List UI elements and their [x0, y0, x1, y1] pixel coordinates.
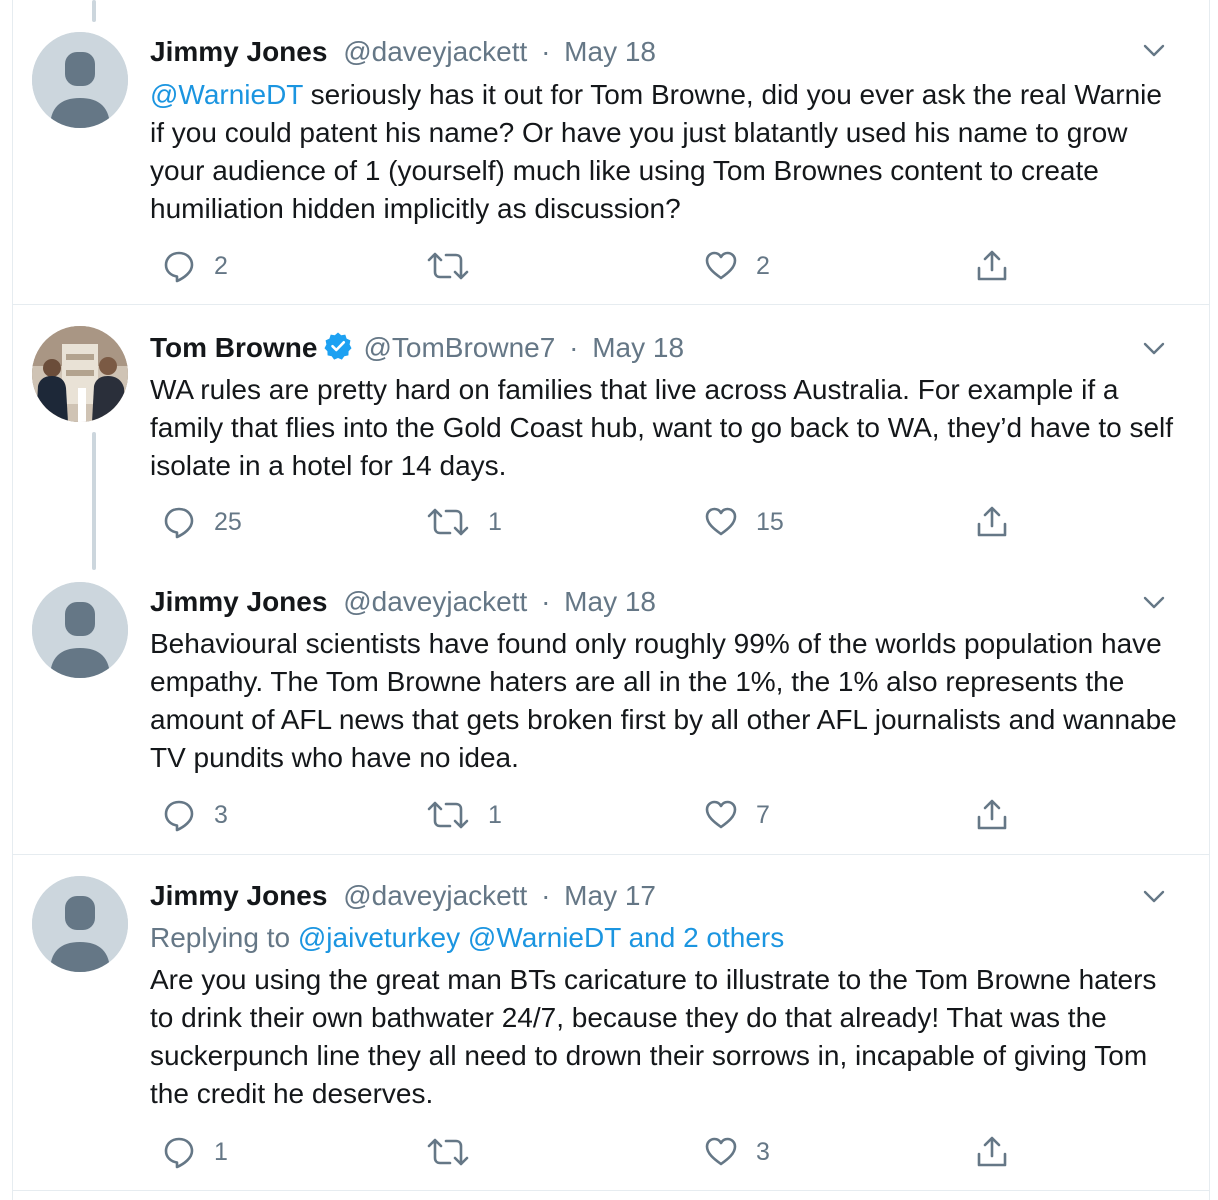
chevron-down-icon[interactable] — [1140, 588, 1168, 616]
speech-bubble-icon — [164, 507, 194, 539]
retweet-arrows-icon — [427, 252, 469, 280]
like-count: 7 — [756, 800, 770, 829]
reply-button[interactable]: 3 — [162, 795, 228, 835]
tweet-actions: 2 2 — [150, 246, 1010, 286]
chevron-down-icon[interactable] — [1140, 882, 1168, 910]
retweet-button[interactable] — [426, 246, 488, 286]
heart-icon — [705, 251, 737, 280]
display-name[interactable]: Jimmy Jones — [150, 586, 327, 617]
default-avatar-icon — [32, 32, 128, 128]
tweet-actions: 25 1 15 — [150, 502, 1010, 542]
reply-count: 2 — [214, 251, 228, 280]
tweet-text: @WarnieDT seriously has it out for Tom B… — [150, 76, 1180, 228]
verified-badge-icon — [324, 332, 352, 360]
share-upload-icon — [977, 250, 1007, 281]
display-name[interactable]: Tom Browne — [150, 332, 317, 363]
tweet-divider — [12, 854, 1210, 855]
separator-dot: · — [541, 586, 551, 617]
user-handle[interactable]: @daveyjackett — [343, 880, 527, 911]
default-avatar-icon — [32, 876, 128, 972]
reply-button[interactable]: 2 — [162, 246, 228, 286]
tweet-text: Are you using the great man BTs caricatu… — [150, 964, 1157, 1109]
heart-icon — [705, 1137, 737, 1166]
display-name[interactable]: Jimmy Jones — [150, 880, 327, 911]
tweet-header: Jimmy Jones @daveyjackett · May 18 — [150, 34, 656, 70]
retweet-arrows-icon — [427, 801, 469, 829]
default-avatar-icon — [32, 582, 128, 678]
like-count: 3 — [756, 1137, 770, 1166]
avatar[interactable] — [32, 582, 128, 678]
profile-photo-icon — [32, 326, 128, 422]
reply-button[interactable]: 1 — [162, 1132, 228, 1172]
like-button[interactable]: 7 — [704, 795, 770, 835]
tweet-text: WA rules are pretty hard on families tha… — [150, 374, 1174, 481]
user-handle[interactable]: @daveyjackett — [343, 36, 527, 67]
avatar[interactable] — [32, 326, 128, 422]
thread-line-middle — [92, 432, 96, 570]
share-upload-icon — [977, 506, 1007, 537]
like-count: 15 — [756, 507, 784, 536]
reply-button[interactable]: 25 — [162, 502, 242, 542]
share-button[interactable] — [974, 795, 1010, 835]
like-count: 2 — [756, 251, 770, 280]
like-button[interactable]: 3 — [704, 1132, 770, 1172]
tweet-date[interactable]: May 18 — [592, 332, 684, 363]
user-handle[interactable]: @TomBrowne7 — [363, 332, 555, 363]
separator-dot: · — [569, 332, 579, 363]
reply-count: 1 — [214, 1137, 228, 1166]
heart-icon — [705, 800, 737, 829]
like-button[interactable]: 2 — [704, 246, 770, 286]
replying-to-line: Replying to @jaiveturkey @WarnieDT and 2… — [150, 920, 784, 956]
like-button[interactable]: 15 — [704, 502, 784, 542]
tweet-date[interactable]: May 18 — [564, 36, 656, 67]
tweet-actions: 1 3 — [150, 1132, 1010, 1172]
tweet-divider — [12, 304, 1210, 305]
retweet-count: 1 — [488, 507, 502, 536]
tweet-date[interactable]: May 17 — [564, 880, 656, 911]
tweet-divider — [12, 1190, 1210, 1191]
heart-icon — [705, 507, 737, 536]
reply-count: 25 — [214, 507, 242, 536]
speech-bubble-icon — [164, 800, 194, 832]
tweet-header: Tom Browne @TomBrowne7 · May 18 — [150, 330, 684, 366]
tweet-header: Jimmy Jones @daveyjackett · May 18 — [150, 584, 656, 620]
tweet-text: Behavioural scientists have found only r… — [150, 628, 1177, 773]
avatar[interactable] — [32, 876, 128, 972]
retweet-button[interactable]: 1 — [426, 795, 502, 835]
retweet-button[interactable] — [426, 1132, 488, 1172]
share-upload-icon — [977, 799, 1007, 830]
display-name[interactable]: Jimmy Jones — [150, 36, 327, 67]
chevron-down-icon[interactable] — [1140, 36, 1168, 64]
reply-count: 3 — [214, 800, 228, 829]
tweet-actions: 3 1 7 — [150, 795, 1010, 835]
share-upload-icon — [977, 1136, 1007, 1167]
mention-link[interactable]: @WarnieDT — [150, 79, 303, 110]
share-button[interactable] — [974, 1132, 1010, 1172]
speech-bubble-icon — [164, 1137, 194, 1169]
retweet-count: 1 — [488, 800, 502, 829]
share-button[interactable] — [974, 502, 1010, 542]
thread-line-top — [92, 0, 96, 22]
speech-bubble-icon — [164, 251, 194, 283]
tweet-date[interactable]: May 18 — [564, 586, 656, 617]
separator-dot: · — [541, 36, 551, 67]
replying-to-links[interactable]: @jaiveturkey @WarnieDT and 2 others — [298, 922, 784, 953]
retweet-arrows-icon — [427, 508, 469, 536]
user-handle[interactable]: @daveyjackett — [343, 586, 527, 617]
separator-dot: · — [541, 880, 551, 911]
share-button[interactable] — [974, 246, 1010, 286]
retweet-button[interactable]: 1 — [426, 502, 502, 542]
replying-to-label: Replying to — [150, 922, 298, 953]
chevron-down-icon[interactable] — [1140, 334, 1168, 362]
tweet-header: Jimmy Jones @daveyjackett · May 17 — [150, 878, 656, 914]
retweet-arrows-icon — [427, 1138, 469, 1166]
avatar[interactable] — [32, 32, 128, 128]
